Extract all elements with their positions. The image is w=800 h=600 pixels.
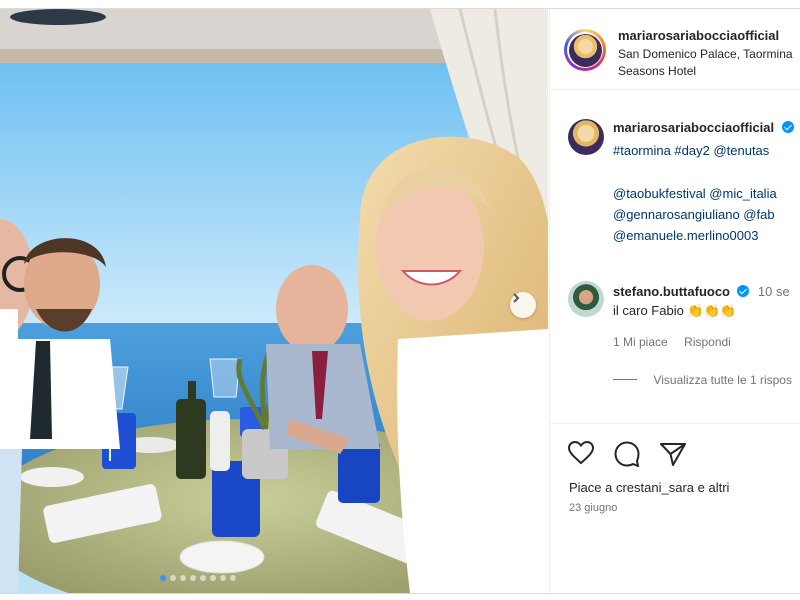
- carousel-dot[interactable]: [200, 575, 206, 581]
- caption-line-1[interactable]: #taormina #day2 @tenutas: [613, 140, 769, 161]
- heart-icon[interactable]: [567, 440, 595, 470]
- commenter-avatar[interactable]: [568, 281, 604, 317]
- comment-text: il caro Fabio 👏👏👏: [613, 303, 736, 318]
- commenter-username[interactable]: stefano.buttafuoco: [613, 284, 730, 299]
- carousel-dot[interactable]: [180, 575, 186, 581]
- share-icon[interactable]: [660, 442, 686, 471]
- replies-divider: [613, 379, 637, 381]
- photo-scene: [0, 9, 548, 593]
- caption-avatar[interactable]: [568, 119, 604, 155]
- caption-line-3[interactable]: @gennarosangiuliano @fab: [613, 204, 775, 225]
- caption-username[interactable]: mariarosariabocciaofficial: [613, 120, 774, 135]
- carousel-indicator: [160, 575, 236, 581]
- reply-button[interactable]: Rispondi: [684, 335, 731, 349]
- post-header: mariarosariabocciaofficial San Domenico …: [550, 9, 800, 90]
- post-location-line-1[interactable]: San Domenico Palace, Taormina: [618, 46, 793, 63]
- post-actions: Piace a crestani_sara e altri 23 giugno: [550, 423, 800, 593]
- verified-badge-icon: [737, 285, 750, 297]
- verified-badge-icon: [781, 121, 794, 133]
- caption-line-4[interactable]: @emanuele.merlino0003: [613, 225, 758, 246]
- caption-line-2[interactable]: @taobukfestival @mic_italia: [613, 183, 777, 204]
- author-avatar[interactable]: [564, 29, 606, 71]
- likes-summary[interactable]: Piace a crestani_sara e altri: [569, 480, 729, 495]
- post-date: 23 giugno: [569, 502, 618, 514]
- comment-age: 10 se: [757, 284, 790, 299]
- post-modal: mariarosariabocciaofficial San Domenico …: [0, 8, 800, 594]
- carousel-next-button[interactable]: [510, 292, 536, 318]
- carousel-dot[interactable]: [210, 575, 216, 581]
- comment-likes[interactable]: 1 Mi piace: [613, 335, 668, 349]
- comment-icon[interactable]: [614, 441, 640, 472]
- carousel-dot[interactable]: [230, 575, 236, 581]
- post-photo[interactable]: [0, 9, 548, 593]
- view-replies-label: Visualizza tutte le 1 rispos: [653, 373, 792, 387]
- post-sidebar: mariarosariabocciaofficial San Domenico …: [549, 9, 800, 593]
- carousel-dot[interactable]: [190, 575, 196, 581]
- post-location-line-2[interactable]: Seasons Hotel: [618, 63, 793, 80]
- author-username[interactable]: mariarosariabocciaofficial: [618, 28, 793, 43]
- carousel-dot[interactable]: [170, 575, 176, 581]
- carousel-dot[interactable]: [220, 575, 226, 581]
- carousel-dot[interactable]: [160, 575, 166, 581]
- view-replies-button[interactable]: Visualizza tutte le 1 rispos: [613, 371, 792, 389]
